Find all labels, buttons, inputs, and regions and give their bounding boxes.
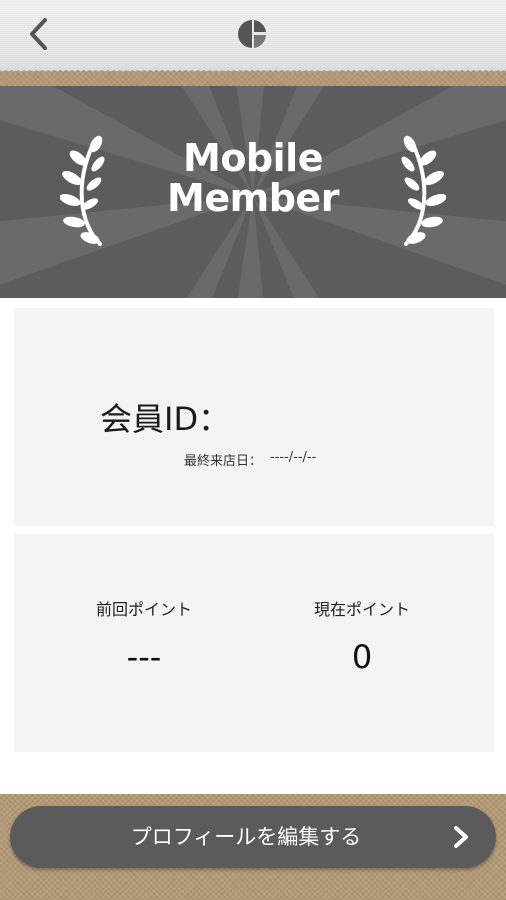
chevron-left-icon [30, 18, 47, 50]
previous-points-label: 前回ポイント [95, 600, 192, 619]
pie-logo-icon [238, 20, 266, 48]
previous-points-value: --- [126, 638, 162, 676]
laurel-right-icon [401, 135, 446, 246]
edit-profile-button-label: プロフィールを編集する [130, 825, 362, 849]
member-content-panel: 会員ID： 最終来店日： ----/--/-- 前回ポイント --- 現在ポイン… [0, 298, 506, 794]
current-points-column: 現在ポイント 0 [262, 596, 462, 676]
previous-points-column: 前回ポイント --- [44, 596, 244, 676]
last-visit-value: ----/--/-- [270, 450, 317, 465]
mobile-member-banner: Mobile Member [0, 86, 506, 298]
mobile-member-screen: Mobile Member 会員ID： 最終来店日： ----/--/-- 前回… [0, 0, 506, 900]
edit-profile-button[interactable]: プロフィールを編集する [10, 806, 496, 868]
member-id-card: 会員ID： 最終来店日： ----/--/-- [14, 308, 494, 526]
last-visit-label: 最終来店日： [184, 454, 263, 469]
member-id-label: 会員ID： [100, 400, 231, 438]
current-points-label: 現在ポイント [313, 600, 410, 619]
current-points-value: 0 [351, 638, 373, 676]
chevron-right-icon [454, 826, 468, 848]
top-nav-bar [0, 0, 506, 76]
back-button[interactable] [22, 14, 56, 54]
points-card: 前回ポイント --- 現在ポイント 0 [14, 534, 494, 752]
